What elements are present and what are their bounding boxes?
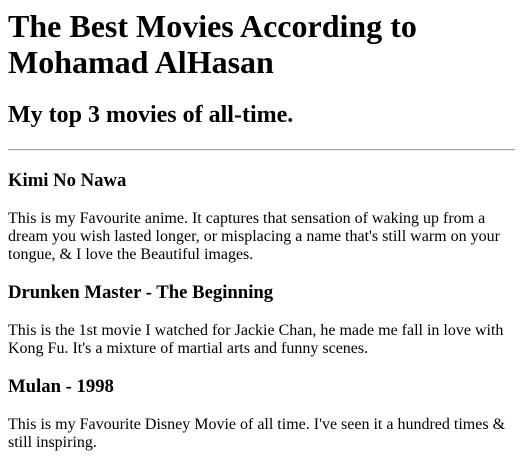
page-title: The Best Movies According to Mohamad AlH… bbox=[8, 8, 417, 80]
movie-entry: Mulan - 1998 This is my Favourite Disney… bbox=[8, 376, 515, 452]
movie-title: Kimi No Nawa bbox=[8, 170, 127, 191]
movie-title: Drunken Master - The Beginning bbox=[8, 282, 274, 303]
movie-list: Kimi No Nawa This is my Favourite anime.… bbox=[8, 170, 515, 452]
section-divider bbox=[8, 149, 515, 151]
movie-entry: Drunken Master - The Beginning This is t… bbox=[8, 282, 515, 358]
movie-entry: Kimi No Nawa This is my Favourite anime.… bbox=[8, 170, 515, 264]
page-subtitle: My top 3 movies of all-time. bbox=[8, 102, 294, 128]
movie-description: This is my Favourite anime. It captures … bbox=[8, 210, 500, 263]
movie-title: Mulan - 1998 bbox=[8, 376, 114, 397]
movie-description: This is the 1st movie I watched for Jack… bbox=[8, 322, 504, 357]
movie-description: This is my Favourite Disney Movie of all… bbox=[8, 416, 506, 451]
